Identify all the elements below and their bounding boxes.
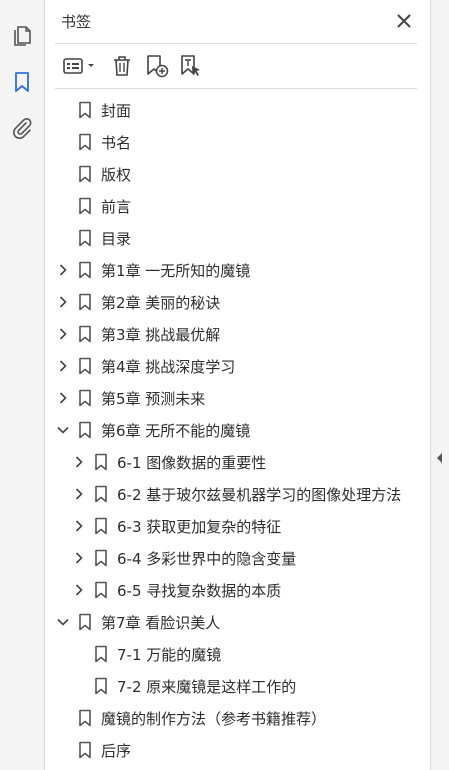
collapse-panel-icon[interactable]	[436, 452, 444, 464]
bookmark-label: 封面	[101, 101, 132, 120]
bookmark-label: 6-1 图像数据的重要性	[117, 453, 267, 472]
chevron-right-icon[interactable]	[56, 295, 70, 309]
bookmark-row[interactable]: 魔镜的制作方法（参考书籍推荐）	[45, 702, 430, 734]
bookmark-item-icon	[94, 549, 108, 567]
bookmark-label: 第7章 看脸识美人	[101, 613, 221, 632]
bookmark-row[interactable]: 封面	[45, 94, 430, 126]
bookmark-row[interactable]: 6-5 寻找复杂数据的本质	[45, 574, 430, 606]
chevron-right-icon[interactable]	[72, 519, 86, 533]
bookmark-item-icon	[94, 485, 108, 503]
bookmark-row[interactable]: 版权	[45, 158, 430, 190]
bookmark-item-icon	[78, 261, 92, 279]
bookmark-item-icon	[78, 741, 92, 759]
bookmark-label: 7-2 原来魔镜是这样工作的	[117, 677, 297, 696]
bookmark-label: 版权	[101, 165, 132, 184]
bookmark-label: 第2章 美丽的秘诀	[101, 293, 221, 312]
bookmark-item-icon	[94, 581, 108, 599]
bookmark-row[interactable]: 第6章 无所不能的魔镜	[45, 414, 430, 446]
chevron-right-icon[interactable]	[72, 583, 86, 597]
bookmark-label: 后序	[101, 741, 132, 760]
navigation-rail	[0, 0, 45, 770]
delete-bookmark-icon[interactable]	[109, 52, 135, 80]
bookmark-row[interactable]: 6-1 图像数据的重要性	[45, 446, 430, 478]
options-menu-icon[interactable]	[61, 52, 99, 80]
chevron-right-icon[interactable]	[72, 551, 86, 565]
bookmark-label: 6-2 基于玻尔兹曼机器学习的图像处理方法	[117, 485, 402, 504]
bookmark-row[interactable]: 第2章 美丽的秘诀	[45, 286, 430, 318]
pages-icon[interactable]	[6, 20, 38, 52]
bookmark-row[interactable]: 第3章 挑战最优解	[45, 318, 430, 350]
bookmark-label: 第4章 挑战深度学习	[101, 357, 236, 376]
bookmark-label: 第6章 无所不能的魔镜	[101, 421, 251, 440]
bookmark-item-icon	[94, 517, 108, 535]
bookmarks-tree: 封面 书名 版权 前言 目录 第1章 一无所知的魔镜 第2章 美丽的秘诀 第3章 挑战最优解第…	[45, 94, 430, 766]
bookmark-item-icon	[78, 133, 92, 151]
bookmark-row[interactable]: 6-3 获取更加复杂的特征	[45, 510, 430, 542]
close-icon[interactable]	[392, 9, 416, 33]
bookmark-item-icon	[78, 325, 92, 343]
chevron-right-icon[interactable]	[56, 359, 70, 373]
chevron-down-icon[interactable]	[56, 615, 70, 629]
bookmark-row[interactable]: 第1章 一无所知的魔镜	[45, 254, 430, 286]
bookmark-label: 7-1 万能的魔镜	[117, 645, 222, 664]
chevron-right-icon[interactable]	[72, 487, 86, 501]
bookmark-label: 第3章 挑战最优解	[101, 325, 221, 344]
bookmark-item-icon	[78, 421, 92, 439]
bookmark-row[interactable]: 第7章 看脸识美人	[45, 606, 430, 638]
bookmark-label: 6-5 寻找复杂数据的本质	[117, 581, 282, 600]
bookmark-label: 6-3 获取更加复杂的特征	[117, 517, 282, 536]
chevron-right-icon[interactable]	[56, 327, 70, 341]
attachment-icon[interactable]	[6, 112, 38, 144]
bookmark-from-selection-icon[interactable]	[177, 52, 205, 80]
chevron-right-icon[interactable]	[72, 455, 86, 469]
bookmark-item-icon	[78, 357, 92, 375]
bookmark-label: 魔镜的制作方法（参考书籍推荐）	[101, 709, 327, 728]
chevron-right-icon[interactable]	[56, 263, 70, 277]
bookmarks-panel: 书签 封面 书名 版权 前言 目录 第1章 一无所知的魔镜 第2章 美丽的秘诀 …	[45, 0, 430, 770]
bookmark-label: 前言	[101, 197, 132, 216]
bookmark-row[interactable]: 后序	[45, 734, 430, 766]
bookmark-item-icon	[78, 709, 92, 727]
bookmark-item-icon	[94, 453, 108, 471]
bookmark-row[interactable]: 6-2 基于玻尔兹曼机器学习的图像处理方法	[45, 478, 430, 510]
bookmark-row[interactable]: 目录	[45, 222, 430, 254]
bookmark-item-icon	[94, 677, 108, 695]
chevron-right-icon[interactable]	[56, 391, 70, 405]
bookmark-row[interactable]: 第4章 挑战深度学习	[45, 350, 430, 382]
bookmark-item-icon	[78, 229, 92, 247]
panel-title: 书签	[61, 13, 92, 31]
chevron-down-icon[interactable]	[56, 423, 70, 437]
bookmark-item-icon	[78, 613, 92, 631]
bookmark-row[interactable]: 7-2 原来魔镜是这样工作的	[45, 670, 430, 702]
new-bookmark-icon[interactable]	[143, 52, 171, 80]
bookmark-icon[interactable]	[6, 66, 38, 98]
bookmark-row[interactable]: 7-1 万能的魔镜	[45, 638, 430, 670]
bookmark-item-icon	[78, 101, 92, 119]
bookmark-label: 6-4 多彩世界中的隐含变量	[117, 549, 297, 568]
panel-splitter[interactable]	[430, 0, 449, 770]
bookmark-row[interactable]: 前言	[45, 190, 430, 222]
bookmark-item-icon	[94, 645, 108, 663]
bookmark-row[interactable]: 6-4 多彩世界中的隐含变量	[45, 542, 430, 574]
panel-header: 书签	[45, 0, 430, 42]
bookmark-item-icon	[78, 389, 92, 407]
bookmark-item-icon	[78, 293, 92, 311]
bookmark-label: 第1章 一无所知的魔镜	[101, 261, 251, 280]
bookmark-row[interactable]: 第5章 预测未来	[45, 382, 430, 414]
bookmark-item-icon	[78, 197, 92, 215]
bookmark-row[interactable]: 书名	[45, 126, 430, 158]
bookmark-item-icon	[78, 165, 92, 183]
bookmark-label: 第5章 预测未来	[101, 389, 206, 408]
bookmark-label: 目录	[101, 229, 132, 248]
bookmark-label: 书名	[101, 133, 132, 152]
bookmarks-toolbar	[55, 43, 417, 89]
